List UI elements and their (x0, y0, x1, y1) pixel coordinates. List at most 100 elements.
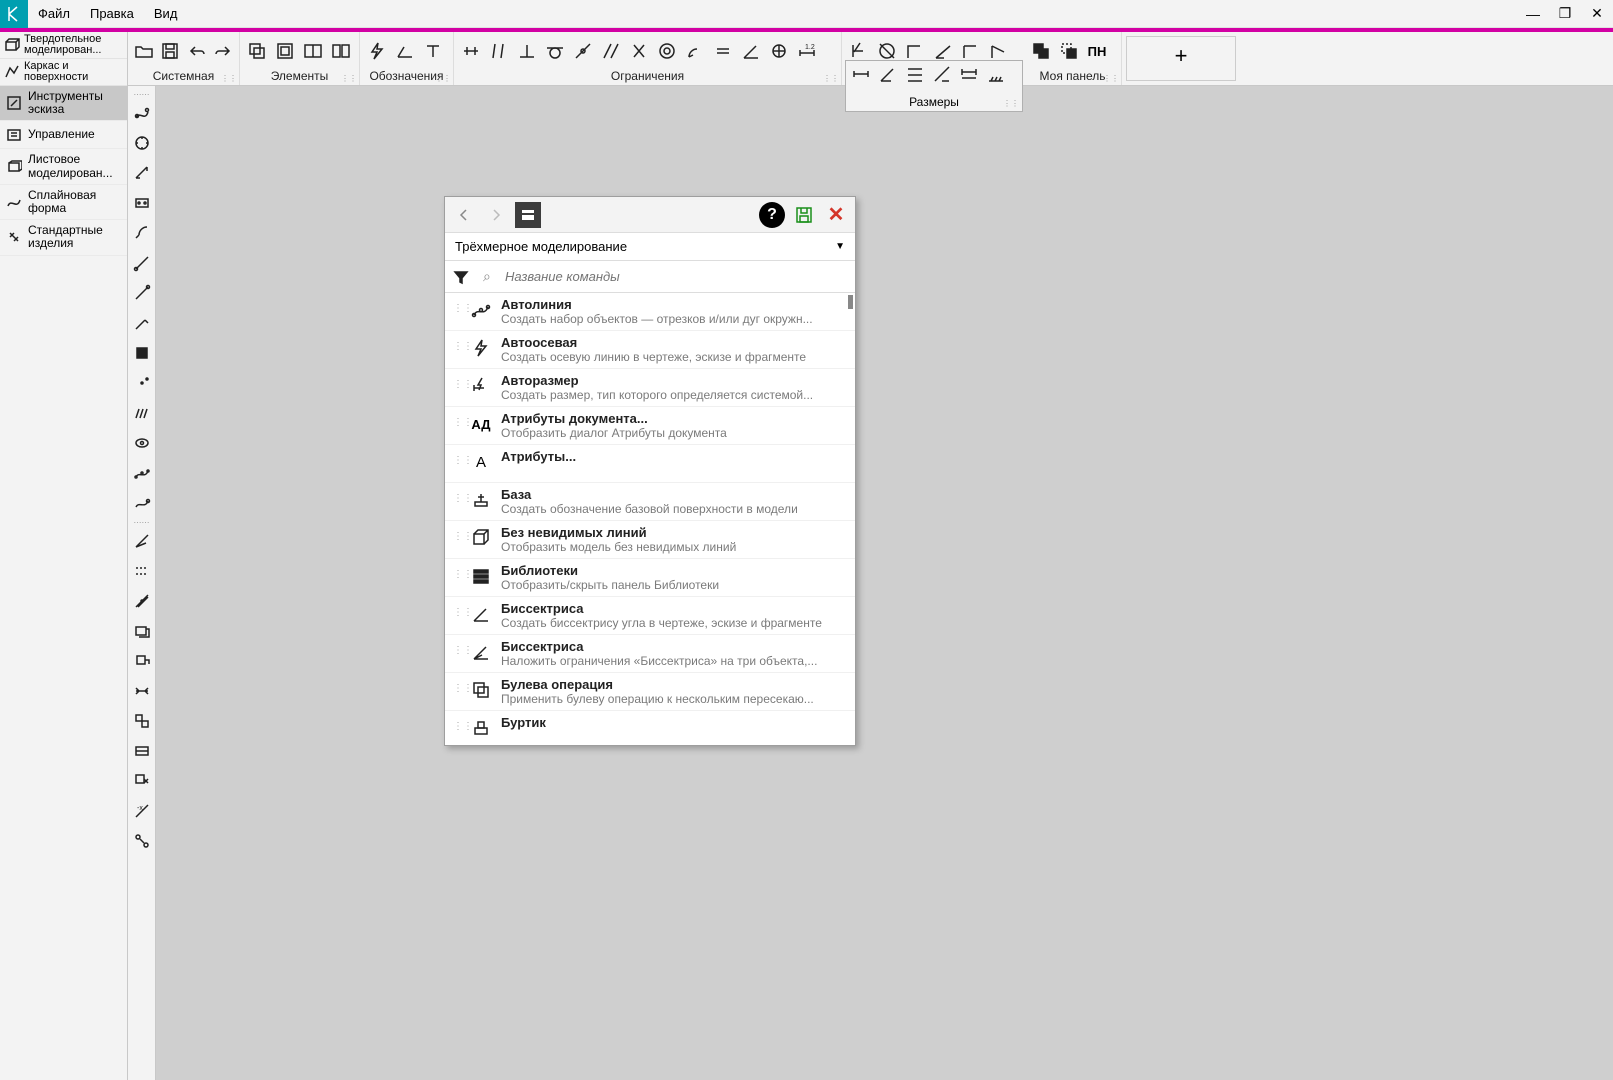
paste-icon[interactable] (1056, 38, 1082, 64)
dimrow1-icon[interactable] (848, 61, 874, 87)
surface-icon[interactable] (392, 38, 418, 64)
dimrow5-icon[interactable] (956, 61, 982, 87)
vtool8-icon[interactable] (130, 309, 154, 337)
dialog-panel-icon[interactable] (515, 202, 541, 228)
copy-icon[interactable] (1028, 38, 1054, 64)
command-search-input[interactable] (505, 269, 855, 284)
menu-view[interactable]: Вид (144, 6, 188, 21)
vtool11-icon[interactable] (130, 399, 154, 427)
command-item[interactable]: ⋮⋮ Булева операция Применить булеву опер… (445, 673, 855, 711)
dimrow3-icon[interactable] (902, 61, 928, 87)
vtool22-icon[interactable] (130, 737, 154, 765)
dim-constraint-icon[interactable]: 1.2 (794, 38, 820, 64)
filter-icon[interactable] (445, 269, 477, 285)
element2-icon[interactable] (272, 38, 298, 64)
tangent-icon[interactable] (542, 38, 568, 64)
element3-icon[interactable] (300, 38, 326, 64)
command-item[interactable]: ⋮⋮ Буртик (445, 711, 855, 745)
equal-icon[interactable] (710, 38, 736, 64)
sidebar-spline[interactable]: Сплайновая форма (0, 185, 127, 220)
horiz-icon[interactable] (458, 38, 484, 64)
vtool7-icon[interactable] (130, 279, 154, 307)
perp-icon[interactable] (514, 38, 540, 64)
command-item[interactable]: ⋮⋮ Без невидимых линий Отобразить модель… (445, 521, 855, 559)
sidebar-sheet[interactable]: Листовое моделирован... (0, 149, 127, 184)
menu-edit[interactable]: Правка (80, 6, 144, 21)
collinear-icon[interactable] (598, 38, 624, 64)
angle-constraint-icon[interactable] (738, 38, 764, 64)
vtool25-icon[interactable] (130, 827, 154, 855)
parallel-icon[interactable] (486, 38, 512, 64)
vtool17-icon[interactable] (130, 587, 154, 615)
pn-icon[interactable]: ПН (1084, 38, 1110, 64)
canvas-area[interactable] (156, 86, 1613, 1080)
vtool2-icon[interactable] (130, 129, 154, 157)
command-item[interactable]: ⋮⋮ Биссектриса Создать биссектрису угла … (445, 597, 855, 635)
coincident-icon[interactable] (570, 38, 596, 64)
vtool3-icon[interactable] (130, 159, 154, 187)
command-item[interactable]: ⋮⋮ Биссектриса Наложить ограничения «Бис… (445, 635, 855, 673)
command-icon: А (469, 449, 493, 473)
minimize-button[interactable]: — (1517, 0, 1549, 28)
drag-handle[interactable]: ⋯⋯ (128, 90, 155, 98)
vtool15-icon[interactable] (130, 527, 154, 555)
vtool23-icon[interactable] (130, 767, 154, 795)
command-item[interactable]: ⋮⋮ Библиотеки Отобразить/скрыть панель Б… (445, 559, 855, 597)
vtool4-icon[interactable] (130, 189, 154, 217)
command-item[interactable]: ⋮⋮ А Атрибуты... (445, 445, 855, 483)
drag-handle2[interactable]: ⋯⋯ (128, 518, 155, 526)
dialog-back-icon[interactable] (451, 202, 477, 228)
menu-file[interactable]: Файл (28, 6, 80, 21)
vtool12-icon[interactable] (130, 429, 154, 457)
vtool13-icon[interactable] (130, 459, 154, 487)
close-button[interactable]: ✕ (1581, 0, 1613, 28)
vtool19-icon[interactable] (130, 647, 154, 675)
fix-icon[interactable] (766, 38, 792, 64)
sidebar-standard[interactable]: Стандартные изделия (0, 220, 127, 255)
element4-icon[interactable] (328, 38, 354, 64)
command-item[interactable]: ⋮⋮ АД Атрибуты документа... Отобразить д… (445, 407, 855, 445)
vtool24-icon[interactable]: -x (130, 797, 154, 825)
vtool6-icon[interactable] (130, 249, 154, 277)
symmetric-icon[interactable] (626, 38, 652, 64)
save-icon[interactable] (158, 38, 182, 64)
dialog-forward-icon[interactable] (483, 202, 509, 228)
drag-grip-icon: ⋮⋮ (453, 487, 461, 504)
dialog-close-icon[interactable]: ✕ (823, 202, 849, 228)
cat-wireframe[interactable]: Каркас и поверхности (0, 59, 127, 86)
vtool14-icon[interactable] (130, 489, 154, 517)
undo-icon[interactable] (185, 38, 209, 64)
bolt-icon[interactable] (364, 38, 390, 64)
vtool21-icon[interactable] (130, 707, 154, 735)
element1-icon[interactable] (244, 38, 270, 64)
vtool20-icon[interactable] (130, 677, 154, 705)
vtool16-icon[interactable] (130, 557, 154, 585)
dialog-mode-selector[interactable]: Трёхмерное моделирование ▼ (445, 233, 855, 261)
command-item[interactable]: ⋮⋮ Авторазмер Создать размер, тип которо… (445, 369, 855, 407)
scrollbar-thumb[interactable] (848, 295, 853, 309)
vtool10-icon[interactable] (130, 369, 154, 397)
dimrow6-icon[interactable] (983, 61, 1009, 87)
sidebar-sketch-tools[interactable]: Инструменты эскиза (0, 86, 127, 121)
maximize-button[interactable]: ❐ (1549, 0, 1581, 28)
arc-constraint-icon[interactable] (682, 38, 708, 64)
dimrow2-icon[interactable] (875, 61, 901, 87)
text-icon[interactable] (420, 38, 446, 64)
vtool5-icon[interactable] (130, 219, 154, 247)
command-item[interactable]: ⋮⋮ Автоосевая Создать осевую линию в чер… (445, 331, 855, 369)
dialog-save-icon[interactable] (791, 202, 817, 228)
command-title: Автоосевая (501, 335, 847, 350)
command-item[interactable]: ⋮⋮ База Создать обозначение базовой пове… (445, 483, 855, 521)
toolbar-add[interactable]: + (1126, 36, 1236, 81)
command-item[interactable]: ⋮⋮ Автолиния Создать набор объектов — от… (445, 293, 855, 331)
dimrow4-icon[interactable] (929, 61, 955, 87)
vtool9-icon[interactable] (130, 339, 154, 367)
sidebar-management[interactable]: Управление (0, 121, 127, 149)
vtool1-icon[interactable] (130, 99, 154, 127)
cat-solid[interactable]: Твердотельное моделирован... (0, 32, 127, 59)
open-icon[interactable] (132, 38, 156, 64)
dialog-help-icon[interactable]: ? (759, 202, 785, 228)
redo-icon[interactable] (211, 38, 235, 64)
vtool18-icon[interactable] (130, 617, 154, 645)
concentric-icon[interactable] (654, 38, 680, 64)
